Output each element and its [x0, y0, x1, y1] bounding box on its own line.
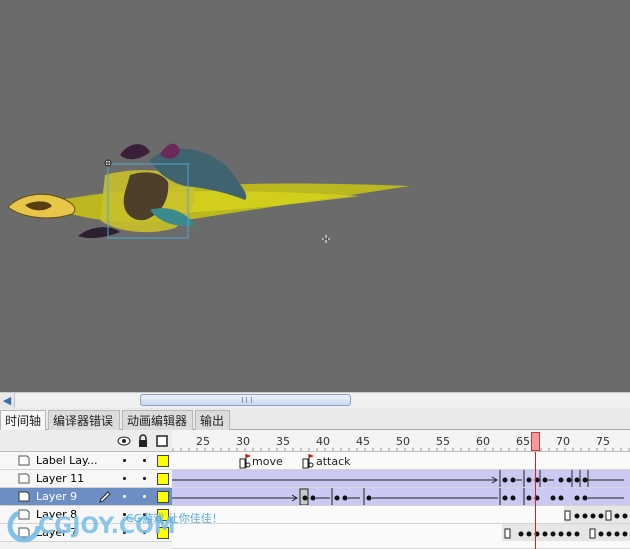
outline-color-swatch[interactable] — [157, 473, 169, 485]
ruler-tick: 25 — [196, 435, 210, 448]
layer-icon — [18, 455, 30, 466]
lock-dot[interactable] — [143, 459, 146, 462]
tab-motion-editor[interactable]: 动画编辑器 — [122, 410, 193, 430]
ruler-tick: 45 — [356, 435, 370, 448]
visibility-dot[interactable] — [123, 495, 126, 498]
outline-icon[interactable] — [156, 435, 168, 447]
ruler-tick: 60 — [476, 435, 490, 448]
frame-label-text: attack — [316, 455, 351, 468]
timeline-panel: 25 30 35 40 45 50 55 60 65 70 75 Label L… — [0, 430, 630, 549]
visibility-dot[interactable] — [123, 459, 126, 462]
eye-icon[interactable] — [117, 436, 131, 446]
frames-row[interactable] — [172, 524, 630, 549]
ruler-tick: 35 — [276, 435, 290, 448]
frames-row[interactable] — [172, 470, 630, 488]
ruler-tick: 55 — [436, 435, 450, 448]
stage-artwork — [7, 143, 410, 243]
ruler-tick: 75 — [596, 435, 610, 448]
frames-row[interactable] — [172, 506, 630, 524]
stage-canvas[interactable] — [0, 0, 630, 392]
lock-dot[interactable] — [143, 477, 146, 480]
layer-name: Label Lay... — [36, 454, 98, 467]
layer-icon — [18, 473, 30, 484]
ruler-tick: 40 — [316, 435, 330, 448]
pencil-icon — [99, 491, 111, 503]
layer-row[interactable]: Layer 11 — [0, 470, 172, 488]
layer-name: Layer 11 — [36, 472, 85, 485]
playhead-line — [535, 452, 536, 549]
layer-name: Layer 9 — [36, 490, 78, 503]
chevron-left-icon[interactable]: ◀ — [0, 393, 15, 408]
ruler-tick: 30 — [236, 435, 250, 448]
stage-horizontal-scrollbar[interactable]: ◀ — [0, 392, 630, 408]
tab-timeline[interactable]: 时间轴 — [0, 410, 46, 431]
lock-icon[interactable] — [139, 434, 147, 447]
ruler-tick: 65 — [516, 435, 530, 448]
lock-dot[interactable] — [143, 495, 146, 498]
layer-row[interactable]: Layer 9 — [0, 488, 172, 506]
scrollbar-thumb[interactable] — [140, 394, 351, 406]
ruler-tick: 70 — [556, 435, 570, 448]
tab-output[interactable]: 输出 — [195, 410, 230, 430]
layer-row[interactable]: Label Lay... — [0, 452, 172, 470]
layer-icon — [18, 491, 30, 502]
visibility-dot[interactable] — [123, 477, 126, 480]
outline-color-swatch[interactable] — [157, 455, 169, 467]
layer-header — [0, 430, 172, 452]
frames-row[interactable] — [172, 488, 630, 506]
grip-icon — [242, 397, 252, 403]
tab-compiler-errors[interactable]: 编译器错误 — [48, 410, 120, 430]
panel-tabs: 时间轴 编译器错误 动画编辑器 输出 — [0, 408, 630, 431]
frame-label-text: move — [252, 455, 283, 468]
frames-row[interactable]: move attack — [172, 452, 630, 470]
outline-color-swatch[interactable] — [157, 491, 169, 503]
frame-ruler[interactable]: 25 30 35 40 45 50 55 60 65 70 75 — [172, 430, 630, 452]
playhead-marker[interactable] — [531, 432, 540, 451]
watermark-slogan: CG游戏,让你佳佳！ — [126, 512, 223, 525]
ruler-tick: 50 — [396, 435, 410, 448]
